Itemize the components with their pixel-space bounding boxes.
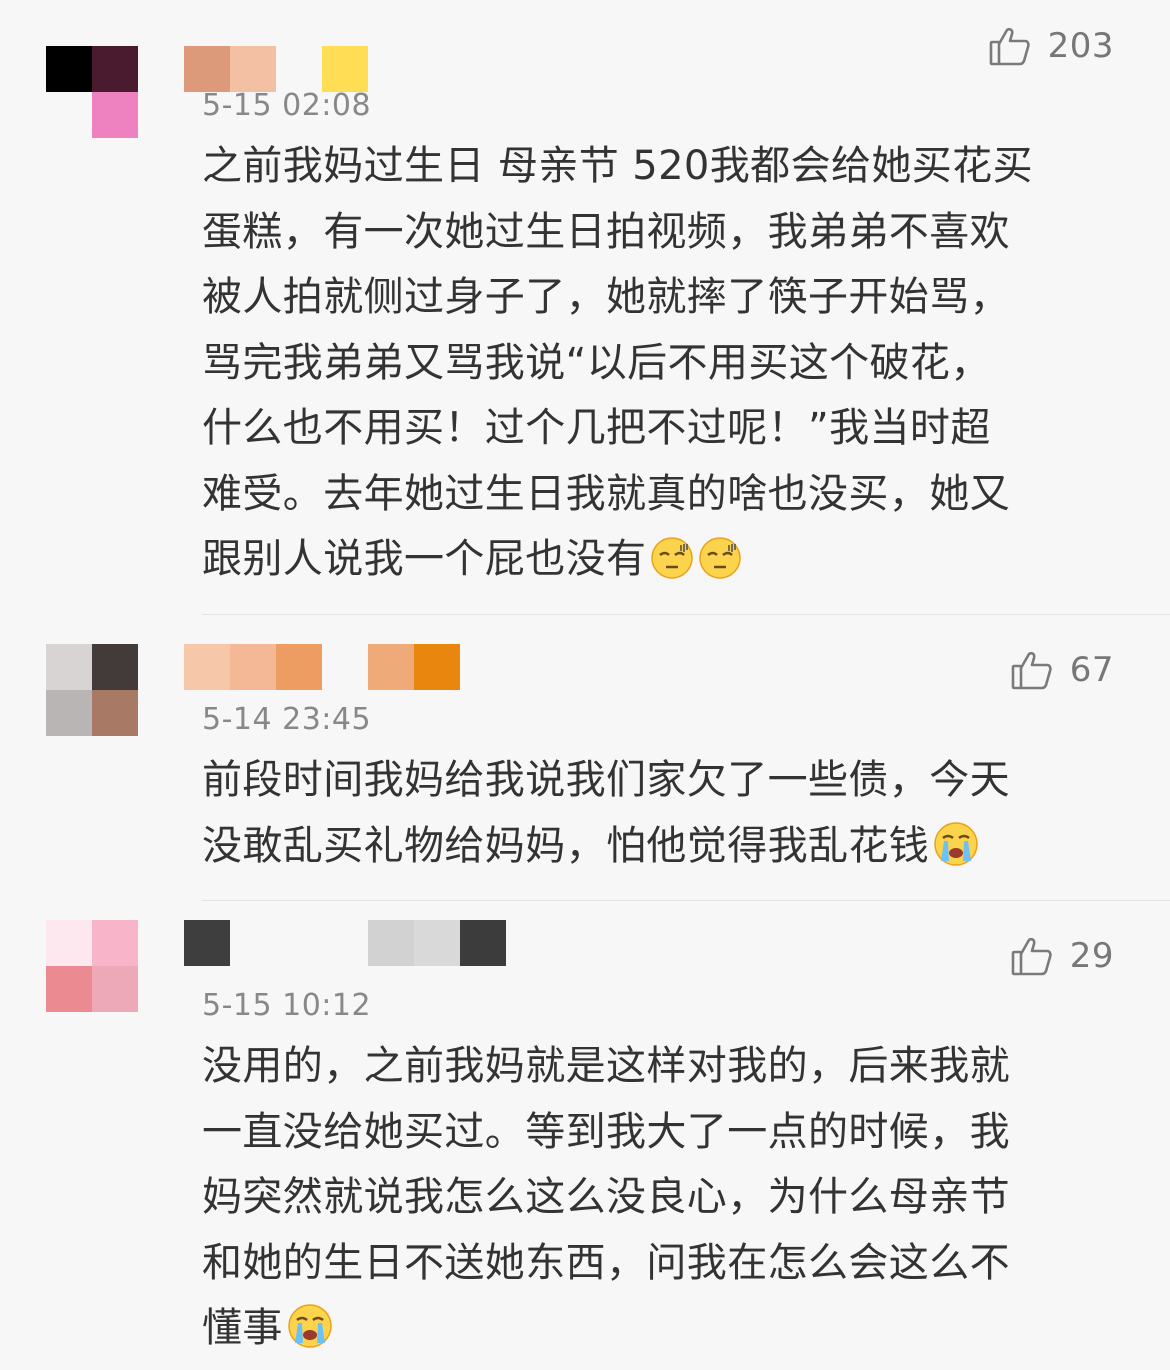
sweat-face-emoji xyxy=(650,535,694,601)
comment-text-line: 妈突然就说我怎么这么没良心，为什么母亲节 xyxy=(202,1174,1010,1220)
thumbs-up-icon xyxy=(988,24,1032,68)
comment-text-line: 懂事 xyxy=(202,1305,283,1351)
avatar[interactable] xyxy=(46,46,138,138)
crying-face-emoji xyxy=(287,1303,333,1370)
comment-text-line: 一直没给她买过。等到我大了一点的时候，我 xyxy=(202,1108,1010,1155)
avatar[interactable] xyxy=(46,920,138,1012)
comment-time: 5-14 23:45 xyxy=(202,702,372,737)
like-button[interactable]: 67 xyxy=(1010,648,1114,692)
thumbs-up-icon xyxy=(1010,648,1054,692)
crying-face-emoji xyxy=(933,821,979,888)
comment-text-line: 没用的，之前我妈就是这样对我的，后来我就 xyxy=(202,1043,1010,1089)
sweat-face-emoji xyxy=(698,535,742,601)
comment-text-line: 蛋糕，有一次她过生日拍视频，我弟弟不喜欢 xyxy=(202,208,1010,255)
username-pixelated[interactable] xyxy=(184,46,368,92)
comment-text-line: 没敢乱买礼物给妈妈，怕他觉得我乱花钱 xyxy=(202,822,930,869)
comment-time: 5-15 10:12 xyxy=(202,988,372,1023)
comment-text-line: 什么也不用买！过个几把不过呢！”我当时超 xyxy=(202,405,991,451)
comment-text: 没用的，之前我妈就是这样对我的，后来我就 一直没给她买过。等到我大了一点的时候，… xyxy=(202,1034,1112,1370)
username-pixelated[interactable] xyxy=(184,644,460,690)
comment-text-line: 被人拍就侧过身子了，她就摔了筷子开始骂， xyxy=(202,274,1010,320)
like-count: 203 xyxy=(1047,26,1114,66)
divider xyxy=(202,614,1170,615)
comment-text: 前段时间我妈给我说我们家欠了一些债，今天 没敢乱买礼物给妈妈，怕他觉得我乱花钱 xyxy=(202,748,1112,887)
comment-text-line: 跟别人说我一个屁也没有 xyxy=(202,536,647,582)
comment-text-line: 和她的生日不送她东西，问我在怎么会这么不 xyxy=(202,1239,1010,1286)
comment-text-line: 骂完我弟弟又骂我说“以后不用买这个破花， xyxy=(202,339,991,386)
comment-text-line: 之前我妈过生日 母亲节 520我都会给她买花买 xyxy=(202,143,1033,189)
divider xyxy=(202,900,1170,901)
comment-text-line: 难受。去年她过生日我就真的啥也没买，她又 xyxy=(202,470,1010,517)
comment-text: 之前我妈过生日 母亲节 520我都会给她买花买 蛋糕，有一次她过生日拍视频，我弟… xyxy=(202,134,1112,601)
comment-time: 5-15 02:08 xyxy=(202,88,372,123)
avatar[interactable] xyxy=(46,644,138,736)
like-button[interactable]: 203 xyxy=(988,24,1114,68)
username-pixelated[interactable] xyxy=(184,920,506,966)
comment-text-line: 前段时间我妈给我说我们家欠了一些债，今天 xyxy=(202,757,1010,803)
thumbs-up-icon xyxy=(1010,934,1054,978)
like-count: 29 xyxy=(1069,936,1114,976)
like-button[interactable]: 29 xyxy=(1010,934,1114,978)
like-count: 67 xyxy=(1069,650,1114,690)
